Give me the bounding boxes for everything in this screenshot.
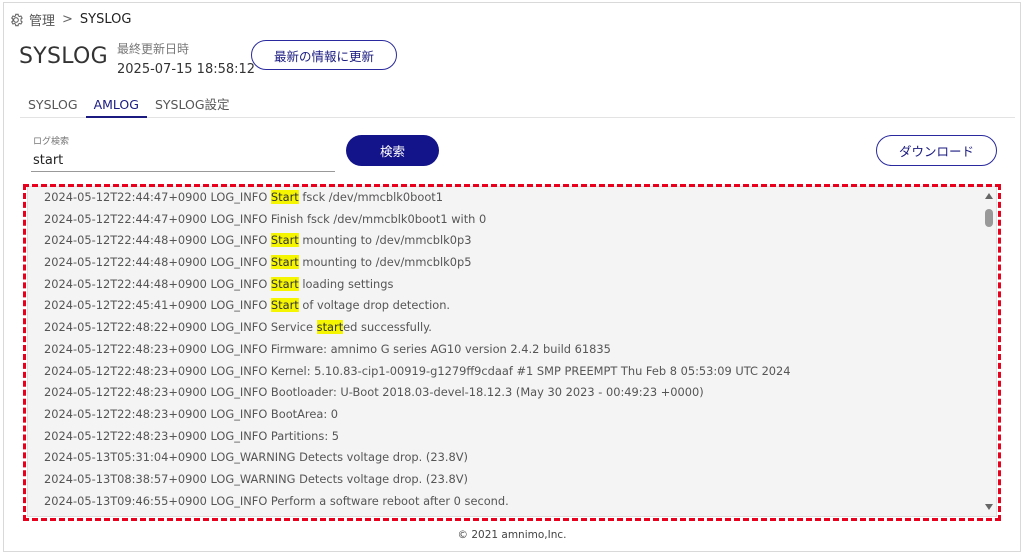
search-button[interactable]: 検索 [346, 135, 439, 166]
log-text: 2024-05-12T22:48:23+0900 LOG_INFO Bootlo… [44, 385, 704, 400]
log-text: fsck /dev/mmcblk0boot1 [298, 190, 444, 204]
search-match-highlight: Start [270, 298, 299, 313]
log-text: 2024-05-13T05:31:04+0900 LOG_WARNING Det… [44, 450, 468, 465]
log-line: 2024-05-12T22:44:48+0900 LOG_INFO Start … [44, 252, 984, 274]
log-text: of voltage drop detection. [298, 298, 451, 313]
log-text: 2024-05-12T22:44:48+0900 LOG_INFO [44, 233, 271, 248]
arrow-up-icon[interactable] [985, 193, 993, 199]
log-text: 2024-05-12T22:48:23+0900 LOG_INFO Partit… [44, 428, 340, 443]
log-search-label: ログ検索 [33, 137, 70, 147]
log-line: 2024-05-13T08:38:57+0900 LOG_WARNING Det… [44, 469, 984, 491]
log-text: mounting to /dev/mmcblk0p3 [298, 233, 472, 248]
log-text: 2024-05-12T22:44:47+0900 LOG_INFO [44, 190, 271, 204]
log-panel[interactable]: 2024-05-12T22:44:47+0900 LOG_INFO Start … [27, 186, 997, 517]
log-text: 2024-05-12T22:44:47+0900 LOG_INFO Finish… [44, 211, 487, 226]
page-title: SYSLOG [19, 44, 109, 69]
log-text: 2024-05-12T22:44:48+0900 LOG_INFO [44, 255, 271, 270]
log-text: 2024-05-12T22:48:23+0900 LOG_INFO BootAr… [44, 406, 339, 421]
log-line: 2024-05-13T05:31:04+0900 LOG_WARNING Det… [44, 447, 984, 469]
log-line: 2024-05-12T22:44:48+0900 LOG_INFO Start … [44, 274, 984, 296]
tab-syslog[interactable]: SYSLOG [20, 96, 86, 118]
search-match-highlight: start [316, 320, 344, 335]
tab-amlog[interactable]: AMLOG [85, 96, 147, 118]
scroll-thumb[interactable] [985, 209, 993, 227]
log-line: 2024-05-12T22:48:23+0900 LOG_INFO Partit… [44, 426, 984, 448]
log-search-input[interactable] [31, 150, 335, 172]
breadcrumb-separator: > [62, 12, 73, 27]
breadcrumb-root[interactable]: 管理 [29, 10, 55, 29]
gear-icon [11, 13, 23, 26]
log-list: 2024-05-12T22:44:47+0900 LOG_INFO Start … [44, 187, 984, 512]
log-scrollbar[interactable] [983, 187, 996, 516]
footer-copyright: © 2021 amnimo,Inc. [457, 529, 567, 541]
last-updated-label: 最終更新日時 [117, 42, 190, 56]
log-line: 2024-05-12T22:48:23+0900 LOG_INFO Bootlo… [44, 382, 984, 404]
last-updated-value: 2025-07-15 18:58:12 [117, 62, 256, 77]
log-line: 2024-05-12T22:44:47+0900 LOG_INFO Finish… [44, 209, 984, 231]
log-text: 2024-05-12T22:48:22+0900 LOG_INFO Servic… [44, 320, 317, 335]
log-line: 2024-05-12T22:45:41+0900 LOG_INFO Start … [44, 295, 984, 317]
search-match-highlight: Start [270, 255, 299, 270]
tab-bar: SYSLOG AMLOG SYSLOG設定 [20, 96, 1015, 118]
log-text: 2024-05-12T22:44:48+0900 LOG_INFO [44, 276, 271, 291]
log-line: 2024-05-12T22:48:22+0900 LOG_INFO Servic… [44, 317, 984, 339]
log-line: 2024-05-12T22:48:23+0900 LOG_INFO Firmwa… [44, 339, 984, 361]
log-text: mounting to /dev/mmcblk0p5 [298, 255, 472, 270]
search-match-highlight: Start [270, 233, 299, 248]
log-text: 2024-05-12T22:45:41+0900 LOG_INFO [44, 298, 271, 313]
refresh-button[interactable]: 最新の情報に更新 [251, 40, 397, 70]
log-text: 2024-05-12T22:48:23+0900 LOG_INFO Kernel… [44, 363, 791, 378]
search-match-highlight: Start [270, 190, 299, 204]
log-line: 2024-05-12T22:48:23+0900 LOG_INFO Kernel… [44, 361, 984, 383]
breadcrumb-current: SYSLOG [79, 12, 132, 27]
breadcrumb: 管理 > SYSLOG [8, 10, 131, 29]
log-line: 2024-05-12T22:44:48+0900 LOG_INFO Start … [44, 230, 984, 252]
log-text: 2024-05-13T09:46:55+0900 LOG_INFO Perfor… [44, 493, 509, 508]
log-line: 2024-05-12T22:48:23+0900 LOG_INFO BootAr… [44, 404, 984, 426]
log-line: 2024-05-12T22:44:47+0900 LOG_INFO Start … [44, 187, 984, 209]
arrow-down-icon[interactable] [985, 504, 993, 510]
log-text: 2024-05-12T22:48:23+0900 LOG_INFO Firmwa… [44, 341, 611, 356]
log-text: 2024-05-13T08:38:57+0900 LOG_WARNING Det… [44, 471, 468, 486]
log-line: 2024-05-13T09:46:55+0900 LOG_INFO Perfor… [44, 491, 984, 513]
download-button[interactable]: ダウンロード [876, 135, 997, 166]
search-match-highlight: Start [270, 276, 299, 291]
log-text: ed successfully. [343, 320, 432, 335]
tab-syslog-settings[interactable]: SYSLOG設定 [147, 96, 238, 118]
log-text: loading settings [298, 276, 394, 291]
